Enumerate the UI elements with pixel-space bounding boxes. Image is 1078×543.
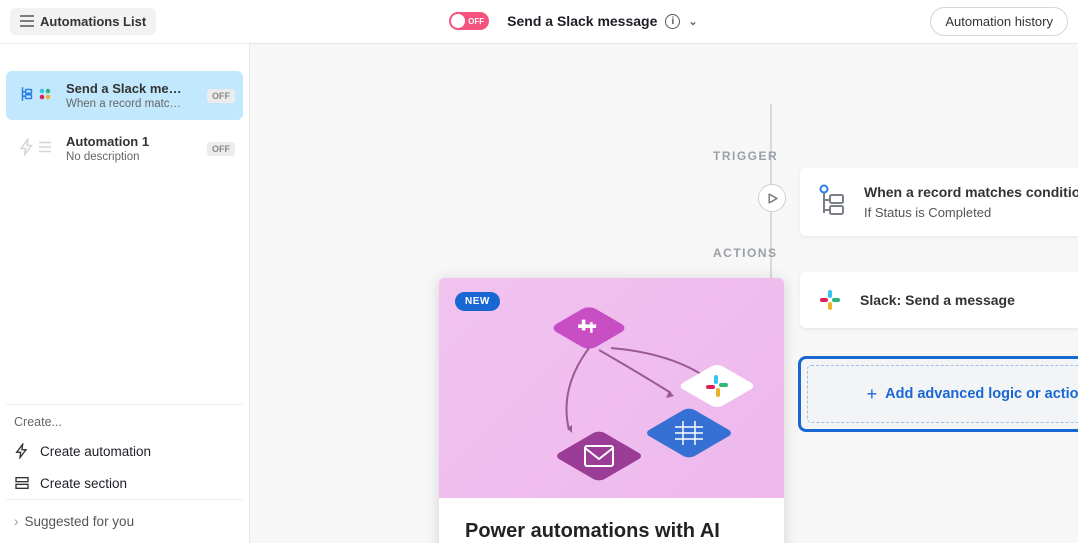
create-section-button[interactable]: Create section (6, 467, 243, 499)
automations-list-label: Automations List (40, 14, 146, 29)
status-badge: OFF (207, 89, 235, 103)
toggle-state-label: OFF (468, 17, 484, 26)
plus-icon: + (867, 384, 878, 405)
chevron-down-icon[interactable]: ⌄ (688, 15, 697, 28)
run-trigger-button[interactable] (758, 184, 786, 212)
trigger-subtitle: If Status is Completed (864, 205, 1078, 220)
sidebar: Send a Slack mes… When a record match… O… (0, 43, 250, 543)
card-icons (16, 136, 56, 158)
create-section-label: Create section (40, 476, 127, 491)
automation-history-button[interactable]: Automation history (930, 7, 1068, 36)
info-icon[interactable]: i (665, 14, 680, 29)
new-badge: NEW (455, 292, 500, 311)
card-icons (16, 83, 56, 105)
topbar: Automations List OFF Send a Slack messag… (0, 0, 1078, 43)
conditions-icon (18, 85, 36, 103)
card-subtitle: No description (66, 151, 149, 163)
trigger-section-label: TRIGGER (713, 149, 778, 163)
card-title: Send a Slack mes… (66, 81, 186, 96)
hamburger-icon (20, 15, 34, 27)
promo-illustration: NEW (439, 278, 784, 498)
promo-title: Power automations with AI (465, 520, 758, 543)
add-action-button[interactable]: + Add advanced logic or action (798, 356, 1078, 432)
automation-toggle[interactable]: OFF (449, 12, 489, 30)
card-title: Automation 1 (66, 134, 149, 149)
automation-title-bar: Send a Slack message i ⌄ (507, 13, 697, 29)
action-title: Slack: Send a message (860, 292, 1015, 308)
automations-list-button[interactable]: Automations List (10, 8, 156, 35)
trigger-card[interactable]: When a record matches conditions If Stat… (800, 168, 1078, 236)
bolt-icon (18, 138, 36, 156)
status-badge: OFF (207, 142, 235, 156)
card-subtitle: When a record match… (66, 98, 186, 110)
add-action-label: Add advanced logic or action (885, 386, 1078, 402)
slack-icon (36, 85, 54, 103)
automation-card-slack[interactable]: Send a Slack mes… When a record match… O… (6, 71, 243, 120)
action-card[interactable]: Slack: Send a message (800, 272, 1078, 328)
chevron-right-icon: › (14, 514, 19, 529)
trigger-title: When a record matches conditions (864, 184, 1078, 200)
play-icon (767, 193, 778, 204)
create-automation-button[interactable]: Create automation (6, 435, 243, 467)
sidebar-bottom: Create... Create automation Create secti… (6, 404, 243, 543)
promo-graphic (439, 278, 784, 498)
section-icon (14, 475, 30, 491)
conditions-icon (818, 184, 846, 218)
automation-card-1[interactable]: Automation 1 No description OFF (6, 124, 243, 173)
automation-title[interactable]: Send a Slack message (507, 13, 657, 29)
actions-section-label: ACTIONS (713, 246, 778, 260)
main-layout: Send a Slack mes… When a record match… O… (0, 43, 1078, 543)
bolt-icon (14, 443, 30, 459)
list-icon (36, 138, 54, 156)
slack-icon (818, 288, 842, 312)
suggested-for-you[interactable]: › Suggested for you (6, 499, 243, 543)
ai-promo-card[interactable]: NEW (439, 278, 784, 543)
suggested-label: Suggested for you (25, 514, 135, 529)
create-header: Create... (6, 405, 243, 435)
create-automation-label: Create automation (40, 444, 151, 459)
flow-canvas[interactable]: TRIGGER ACTIONS When a record matches co… (250, 43, 1078, 543)
